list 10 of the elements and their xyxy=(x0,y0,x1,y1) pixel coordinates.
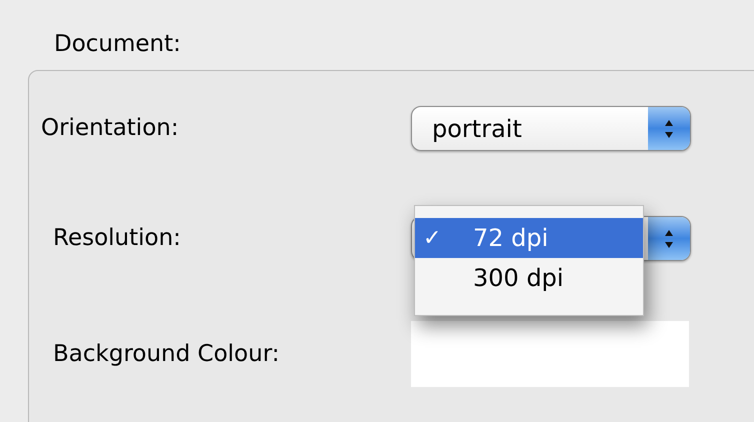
field-label: Background Colour: xyxy=(52,340,280,369)
color-swatch[interactable] xyxy=(411,321,689,387)
menu-item[interactable]: 300 dpi xyxy=(415,258,643,298)
field-label: Resolution: xyxy=(52,224,182,254)
stepper-icon xyxy=(648,107,690,150)
menu-item[interactable]: ✓ 72 dpi xyxy=(415,218,643,258)
popup-button[interactable]: portrait xyxy=(411,106,691,151)
group-title: Document: xyxy=(54,30,181,59)
stepper-icon xyxy=(648,217,690,260)
field-label: Orientation: xyxy=(40,114,180,144)
